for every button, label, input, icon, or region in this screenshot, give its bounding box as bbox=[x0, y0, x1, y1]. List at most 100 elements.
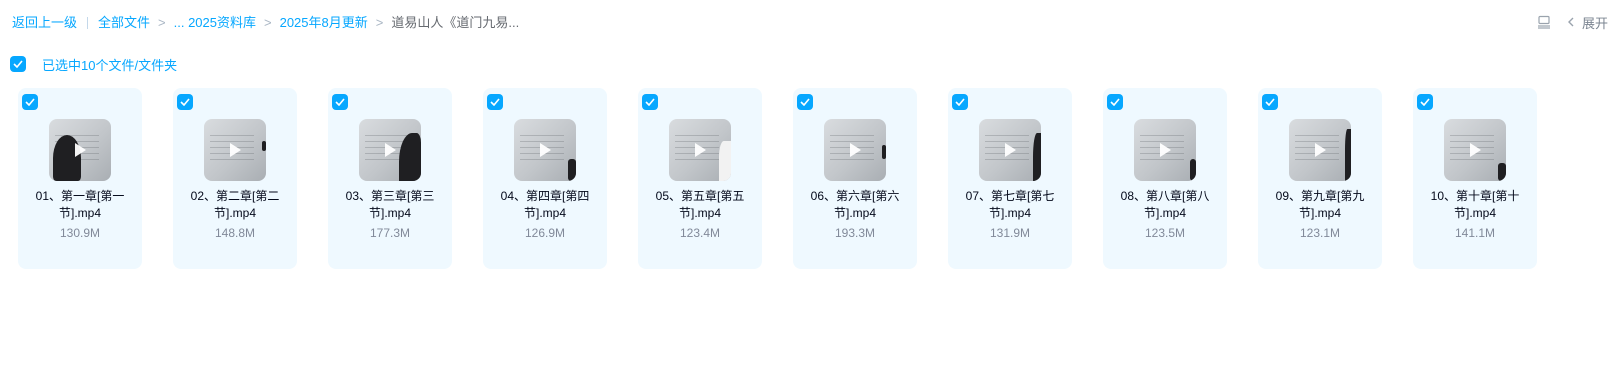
file-checkbox[interactable] bbox=[1417, 94, 1433, 110]
thumbnail-figure bbox=[1190, 159, 1196, 181]
video-thumbnail bbox=[49, 119, 111, 181]
check-icon bbox=[1265, 98, 1275, 106]
breadcrumb-divider bbox=[87, 17, 89, 29]
check-icon bbox=[25, 98, 35, 106]
thumbnail-figure bbox=[262, 141, 266, 151]
play-icon bbox=[1465, 140, 1485, 160]
breadcrumb-item-library[interactable]: ... 2025资料库 bbox=[174, 14, 256, 32]
file-name: 07、第七章[第七节].mp4 bbox=[965, 189, 1055, 220]
file-card[interactable]: 10、第十章[第十节].mp4 141.1M bbox=[1413, 88, 1537, 269]
video-thumbnail bbox=[979, 119, 1041, 181]
video-thumbnail bbox=[1444, 119, 1506, 181]
file-size: 123.4M bbox=[679, 226, 721, 240]
chevron-left-icon bbox=[1567, 17, 1574, 27]
play-icon bbox=[380, 140, 400, 160]
file-name: 09、第九章[第九节].mp4 bbox=[1275, 189, 1365, 220]
file-name: 10、第十章[第十节].mp4 bbox=[1430, 189, 1520, 220]
file-card[interactable]: 05、第五章[第五节].mp4 123.4M bbox=[638, 88, 762, 269]
play-icon bbox=[535, 140, 555, 160]
file-size: 193.3M bbox=[834, 226, 876, 240]
file-size: 123.5M bbox=[1144, 226, 1186, 240]
file-checkbox[interactable] bbox=[952, 94, 968, 110]
top-bar: 返回上一级 全部文件 > ... 2025资料库 > 2025年8月更新 > 道… bbox=[0, 0, 1622, 44]
file-checkbox[interactable] bbox=[797, 94, 813, 110]
file-size: 148.8M bbox=[214, 226, 256, 240]
thumbnail-figure bbox=[1498, 163, 1506, 181]
play-icon bbox=[70, 140, 90, 160]
play-icon bbox=[690, 140, 710, 160]
top-right-tools: 展开 bbox=[1536, 12, 1608, 32]
breadcrumb-current: 道易山人《道门九易... bbox=[391, 15, 520, 30]
file-size: 141.1M bbox=[1454, 226, 1496, 240]
file-grid: 01、第一章[第一节].mp4 130.9M 02、第二章[第二节].mp4 1… bbox=[18, 88, 1537, 269]
file-checkbox[interactable] bbox=[487, 94, 503, 110]
thumbnail-figure bbox=[568, 159, 576, 181]
thumbnail-figure bbox=[1033, 133, 1041, 181]
check-icon bbox=[1420, 98, 1430, 106]
thumbnail-figure bbox=[882, 145, 886, 159]
check-icon bbox=[13, 60, 23, 68]
expand-toggle[interactable]: 展开 bbox=[1566, 13, 1608, 32]
video-thumbnail bbox=[824, 119, 886, 181]
select-all-checkbox[interactable] bbox=[10, 56, 26, 72]
video-thumbnail bbox=[1289, 119, 1351, 181]
file-size: 123.1M bbox=[1299, 226, 1341, 240]
file-checkbox[interactable] bbox=[1262, 94, 1278, 110]
file-card[interactable]: 02、第二章[第二节].mp4 148.8M bbox=[173, 88, 297, 269]
play-icon bbox=[845, 140, 865, 160]
thumbnail-figure bbox=[1345, 129, 1351, 181]
thumbnail-figure bbox=[719, 141, 731, 181]
file-size: 131.9M bbox=[989, 226, 1031, 240]
back-link[interactable]: 返回上一级 bbox=[12, 14, 77, 32]
video-thumbnail bbox=[204, 119, 266, 181]
file-name: 03、第三章[第三节].mp4 bbox=[345, 189, 435, 220]
play-icon bbox=[1000, 140, 1020, 160]
check-icon bbox=[1110, 98, 1120, 106]
file-card[interactable]: 01、第一章[第一节].mp4 130.9M bbox=[18, 88, 142, 269]
file-size: 177.3M bbox=[369, 226, 411, 240]
file-name: 02、第二章[第二节].mp4 bbox=[190, 189, 280, 220]
file-name: 08、第八章[第八节].mp4 bbox=[1120, 189, 1210, 220]
check-icon bbox=[955, 98, 965, 106]
chevron-right-icon: > bbox=[264, 15, 272, 30]
video-thumbnail bbox=[359, 119, 421, 181]
video-thumbnail bbox=[514, 119, 576, 181]
play-icon bbox=[1310, 140, 1330, 160]
file-name: 01、第一章[第一节].mp4 bbox=[35, 189, 125, 220]
file-card[interactable]: 03、第三章[第三节].mp4 177.3M bbox=[328, 88, 452, 269]
file-card[interactable]: 07、第七章[第七节].mp4 131.9M bbox=[948, 88, 1072, 269]
check-icon bbox=[645, 98, 655, 106]
video-thumbnail bbox=[1134, 119, 1196, 181]
breadcrumb-item-august-update[interactable]: 2025年8月更新 bbox=[280, 14, 368, 32]
check-icon bbox=[800, 98, 810, 106]
file-card[interactable]: 08、第八章[第八节].mp4 123.5M bbox=[1103, 88, 1227, 269]
video-thumbnail bbox=[669, 119, 731, 181]
file-size: 130.9M bbox=[59, 226, 101, 240]
thumbnail-figure bbox=[399, 133, 421, 181]
chevron-right-icon: > bbox=[158, 15, 166, 30]
list-view-icon[interactable] bbox=[1536, 14, 1552, 30]
breadcrumb-all-files[interactable]: 全部文件 bbox=[98, 14, 150, 32]
file-checkbox[interactable] bbox=[332, 94, 348, 110]
file-name: 05、第五章[第五节].mp4 bbox=[655, 189, 745, 220]
file-card[interactable]: 06、第六章[第六节].mp4 193.3M bbox=[793, 88, 917, 269]
check-icon bbox=[335, 98, 345, 106]
file-card[interactable]: 04、第四章[第四节].mp4 126.9M bbox=[483, 88, 607, 269]
file-name: 06、第六章[第六节].mp4 bbox=[810, 189, 900, 220]
file-checkbox[interactable] bbox=[177, 94, 193, 110]
file-size: 126.9M bbox=[524, 226, 566, 240]
file-name: 04、第四章[第四节].mp4 bbox=[500, 189, 590, 220]
breadcrumb: 返回上一级 全部文件 > ... 2025资料库 > 2025年8月更新 > 道… bbox=[12, 14, 519, 32]
file-browser: 返回上一级 全部文件 > ... 2025资料库 > 2025年8月更新 > 道… bbox=[0, 0, 1622, 377]
file-card[interactable]: 09、第九章[第九节].mp4 123.1M bbox=[1258, 88, 1382, 269]
file-checkbox[interactable] bbox=[22, 94, 38, 110]
expand-label: 展开 bbox=[1581, 15, 1608, 31]
file-checkbox[interactable] bbox=[642, 94, 658, 110]
check-icon bbox=[490, 98, 500, 106]
file-checkbox[interactable] bbox=[1107, 94, 1123, 110]
selection-bar: 已选中10个文件/文件夹 bbox=[10, 55, 177, 73]
check-icon bbox=[180, 98, 190, 106]
selection-count-text: 已选中10个文件/文件夹 bbox=[42, 57, 178, 73]
play-icon bbox=[225, 140, 245, 160]
play-icon bbox=[1155, 140, 1175, 160]
